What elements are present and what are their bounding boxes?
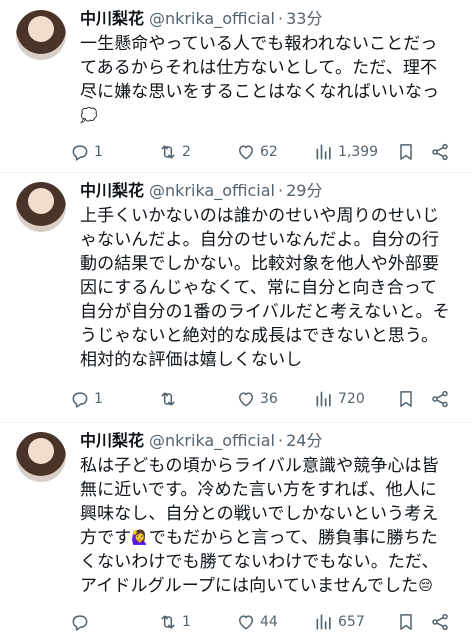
user-handle[interactable]: @nkrika_official bbox=[149, 181, 275, 200]
action-bar: 1 2 62 1,399 bbox=[70, 140, 454, 164]
tweet-text-line: 自分が自分の1番のライバルだと考えないと。そ bbox=[80, 302, 450, 322]
avatar[interactable] bbox=[16, 432, 66, 482]
views-button[interactable]: 1,399 bbox=[314, 140, 378, 164]
tweet-text-line: 因にするんじゃなくて、常に自分と向き合って bbox=[80, 278, 438, 298]
tweet-text-line: うじゃないと絶対的な成長はできないと思う。 bbox=[80, 326, 439, 346]
tweet-header: 中川梨花 @nkrika_official · 29分 bbox=[80, 180, 322, 202]
person-raising-hand-emoji: 🙋‍♀️ bbox=[131, 530, 149, 546]
tweet-text: 私は子どもの頃からライバル意識や競争心は皆 無に近いです。冷めた言い方をすれば、… bbox=[80, 454, 460, 598]
tweet-text-fragment: でもだからと言って、勝負事に勝ちた bbox=[148, 528, 438, 548]
tweet-text: 上手くいかないのは誰かのせいや周りのせいじ ゃないんだよ。自分のせいなんだよ。自… bbox=[80, 204, 460, 372]
like-count: 36 bbox=[260, 391, 278, 407]
like-icon bbox=[239, 392, 253, 407]
like-button[interactable]: 36 bbox=[236, 387, 278, 411]
repost-button[interactable] bbox=[158, 387, 182, 411]
repost-icon bbox=[161, 392, 175, 406]
avatar[interactable] bbox=[16, 182, 66, 232]
views-button[interactable]: 720 bbox=[314, 387, 365, 411]
tweet-text-line: 私は子どもの頃からライバル意識や競争心は皆 bbox=[80, 456, 439, 476]
separator: · bbox=[277, 181, 284, 200]
display-name[interactable]: 中川梨花 bbox=[80, 181, 144, 200]
views-icon bbox=[316, 391, 331, 407]
tweet-text-line: てあるからそれは仕方ないとして。ただ、理不 bbox=[80, 58, 438, 78]
tweet-text-fragment: アイドルグループには向いていませんでした bbox=[80, 576, 419, 596]
timestamp[interactable]: 33分 bbox=[286, 9, 322, 28]
action-bar: 1 36 720 bbox=[70, 387, 454, 411]
tweet-text-line: アイドルグループには向いていませんでした😔 bbox=[80, 574, 460, 598]
like-icon bbox=[239, 145, 253, 160]
tweet[interactable]: 中川梨花 @nkrika_official · 24分 私は子どもの頃からライバル意識… bbox=[0, 422, 472, 640]
bookmark-button[interactable] bbox=[396, 387, 416, 411]
tweet-text-line: 相対的な評価は嬉しくないし bbox=[80, 350, 303, 370]
avatar[interactable] bbox=[16, 10, 66, 60]
separator: · bbox=[277, 9, 284, 28]
reply-count: 1 bbox=[94, 144, 103, 160]
repost-button[interactable]: 2 bbox=[158, 140, 191, 164]
repost-button[interactable]: 1 bbox=[158, 610, 191, 634]
display-name[interactable]: 中川梨花 bbox=[80, 9, 144, 28]
tweet-text-line: 動の結果でしかない。比較対象を他人や外部要 bbox=[80, 254, 440, 274]
tweet-header: 中川梨花 @nkrika_official · 24分 bbox=[80, 430, 322, 452]
tweet-header: 中川梨花 @nkrika_official · 33分 bbox=[80, 8, 322, 30]
bookmark-icon bbox=[400, 144, 412, 160]
repost-icon bbox=[161, 615, 175, 629]
view-count: 657 bbox=[338, 614, 365, 630]
views-icon bbox=[316, 614, 331, 630]
timeline: 中川梨花 @nkrika_official · 33分 一生懸命やっている人でも報われ… bbox=[0, 0, 472, 640]
separator: · bbox=[277, 431, 284, 450]
bookmark-icon bbox=[400, 614, 412, 630]
like-icon bbox=[239, 615, 253, 630]
reply-button[interactable]: 1 bbox=[70, 387, 103, 411]
tweet[interactable]: 中川梨花 @nkrika_official · 33分 一生懸命やっている人でも報われ… bbox=[0, 0, 472, 172]
reply-icon bbox=[72, 615, 88, 631]
tweet-text-line: くないわけでも勝てないわけでもない。ただ、 bbox=[80, 552, 439, 572]
tweet-text-line: 興味なし、自分との戦いでしかないという考え bbox=[80, 504, 439, 524]
share-icon bbox=[432, 613, 448, 631]
repost-icon bbox=[161, 145, 175, 159]
action-bar: 1 44 657 bbox=[70, 610, 454, 634]
views-button[interactable]: 657 bbox=[314, 610, 365, 634]
repost-count: 1 bbox=[182, 614, 191, 630]
reply-count: 1 bbox=[94, 391, 103, 407]
reply-icon bbox=[72, 392, 88, 408]
tweet-text-line: ゃないんだよ。自分のせいなんだよ。自分の行 bbox=[80, 230, 440, 250]
tweet[interactable]: 中川梨花 @nkrika_official · 29分 上手くいかないのは誰かのせいや… bbox=[0, 172, 472, 422]
view-count: 1,399 bbox=[338, 144, 379, 160]
like-button[interactable]: 62 bbox=[236, 140, 278, 164]
view-count: 720 bbox=[338, 391, 365, 407]
share-icon bbox=[432, 143, 448, 161]
reply-button[interactable]: 1 bbox=[70, 140, 103, 164]
user-handle[interactable]: @nkrika_official bbox=[149, 9, 275, 28]
reply-button[interactable] bbox=[70, 610, 94, 634]
repost-count: 2 bbox=[182, 144, 191, 160]
views-icon bbox=[316, 144, 331, 160]
tweet-text-line: 上手くいかないのは誰かのせいや周りのせいじ bbox=[80, 206, 440, 226]
like-button[interactable]: 44 bbox=[236, 610, 278, 634]
tweet-text-line: 尽に嫌な思いをすることはなくなればいいなっ bbox=[80, 82, 440, 102]
display-name[interactable]: 中川梨花 bbox=[80, 431, 144, 450]
tweet-text: 一生懸命やっている人でも報われないことだっ てあるからそれは仕方ないとして。ただ… bbox=[80, 32, 460, 128]
user-handle[interactable]: @nkrika_official bbox=[149, 431, 275, 450]
bookmark-icon bbox=[400, 391, 412, 407]
share-button[interactable] bbox=[430, 610, 450, 634]
pensive-face-emoji: 😔 bbox=[418, 578, 433, 594]
reply-icon bbox=[72, 145, 88, 161]
share-icon bbox=[432, 390, 448, 408]
bookmark-button[interactable] bbox=[396, 140, 416, 164]
share-button[interactable] bbox=[430, 387, 450, 411]
timestamp[interactable]: 29分 bbox=[286, 181, 322, 200]
tweet-text-line: 無に近いです。冷めた言い方をすれば、他人に bbox=[80, 480, 437, 500]
bookmark-button[interactable] bbox=[396, 610, 416, 634]
like-count: 44 bbox=[260, 614, 278, 630]
tweet-text-fragment: 方です bbox=[80, 528, 132, 548]
tweet-text-line: 一生懸命やっている人でも報われないことだっ bbox=[80, 34, 438, 54]
timestamp[interactable]: 24分 bbox=[286, 431, 322, 450]
like-count: 62 bbox=[260, 144, 278, 160]
thought-bubble-emoji: 💭 bbox=[80, 108, 98, 124]
share-button[interactable] bbox=[430, 140, 450, 164]
tweet-text-line: 方です🙋‍♀️でもだからと言って、勝負事に勝ちた bbox=[80, 526, 460, 550]
